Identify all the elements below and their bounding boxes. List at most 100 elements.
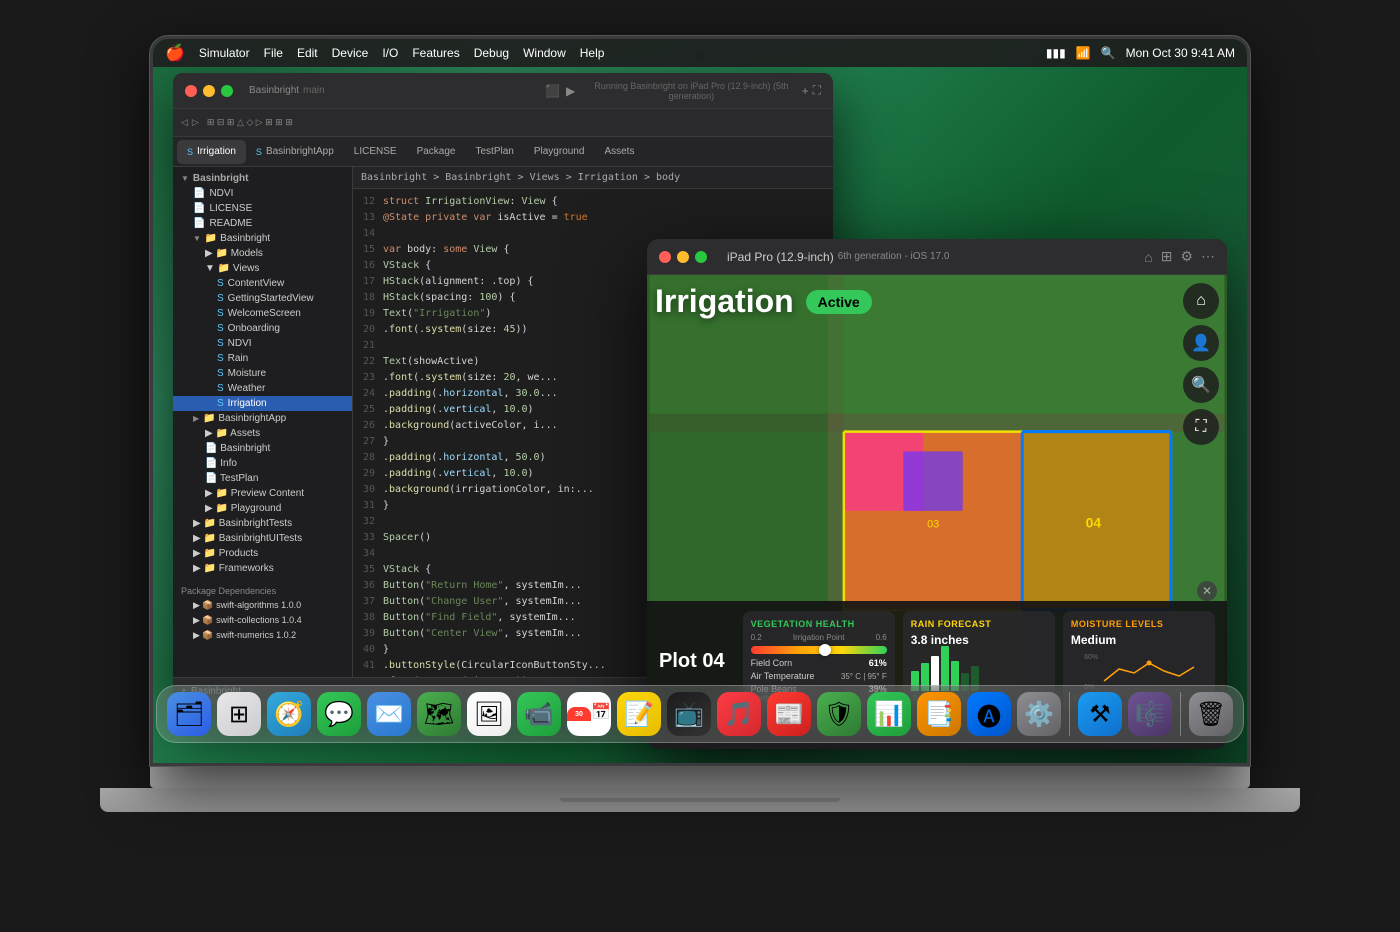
dock-icon-news[interactable]: 📰 [767,692,811,736]
search-icon[interactable]: 🔍 [1101,46,1116,60]
dock-icon-facetime[interactable]: 📹 [517,692,561,736]
fullscreen-icon[interactable]: ⛶ [813,83,821,98]
nav-basinbright-folder[interactable]: ▼📁 Basinbright [173,231,352,246]
tab-assets[interactable]: Assets [594,140,644,164]
dock-icon-notes[interactable]: 📝 [617,692,661,736]
dock-icon-vpn[interactable]: 🛡 [817,692,861,736]
dock-icon-settings[interactable]: ⚙️ [1017,692,1061,736]
menu-window[interactable]: Window [523,46,566,60]
ipad-more-icon[interactable]: ⋯ [1201,248,1215,265]
minimize-button[interactable] [203,85,215,97]
nav-gettingstartedview[interactable]: S GettingStartedView [173,291,352,306]
dock-icon-appstore[interactable]: 🅐 [967,692,1011,736]
tab-irrigation[interactable]: S Irrigation [177,140,246,164]
ipad-maximize-button[interactable] [695,251,707,263]
nav-basinbrightuitests[interactable]: ▶ 📁 BasinbrightUITests [173,531,352,546]
nav-contentview[interactable]: S ContentView [173,276,352,291]
nav-back[interactable]: ◁ [181,117,188,128]
ipad-sim-subtitle: 6th generation - iOS 17.0 [838,251,950,262]
nav-basinbright-sub[interactable]: 📄 Basinbright [173,441,352,456]
tab-testplan[interactable]: TestPlan [465,140,523,164]
nav-ndvi-top[interactable]: 📄NDVI [173,186,352,201]
run-button-icon[interactable]: ▶ [566,84,575,98]
macbook-outer: 🍎 Simulator File Edit Device I/O Feature… [100,36,1300,896]
nav-basinbrighttests[interactable]: ▶ 📁 BasinbrightTests [173,516,352,531]
nav-products[interactable]: ▶ 📁 Products [173,546,352,561]
ipad-app-topbar: Irrigation Active [655,283,1219,320]
tab-package[interactable]: Package [407,140,466,164]
ipad-screenshot-icon[interactable]: ⊞ [1161,248,1173,265]
dock-icon-tv[interactable]: 📺 [667,692,711,736]
irrigation-title: Irrigation [655,283,794,320]
dock-icon-keynote[interactable]: 📑 [917,692,961,736]
nav-rain[interactable]: S Rain [173,351,352,366]
code-line-12: 12 struct IrrigationView: View { [353,193,833,209]
dock-icon-calendar[interactable]: 30 📅 [567,692,611,736]
svg-text:03: 03 [927,519,939,531]
nav-readme[interactable]: 📄README [173,216,352,231]
dock-icon-music[interactable]: 🎵 [717,692,761,736]
nav-testplan[interactable]: 📄 TestPlan [173,471,352,486]
ipad-settings-icon[interactable]: ⚙ [1180,248,1193,265]
dock-icon-instruments[interactable]: 🎼 [1128,692,1172,736]
nav-info[interactable]: 📄 Info [173,456,352,471]
nav-irrigation[interactable]: S Irrigation [173,396,352,411]
dock-icon-messages[interactable]: 💬 [317,692,361,736]
dock-icon-maps[interactable]: 🗺 [417,692,461,736]
menu-file[interactable]: File [264,46,283,60]
nav-weather[interactable]: S Weather [173,381,352,396]
nav-welcomescreen[interactable]: S WelcomeScreen [173,306,352,321]
nav-basinbrightapp[interactable]: ▶📁 BasinbrightApp [173,411,352,426]
menu-features[interactable]: Features [412,46,459,60]
nav-models[interactable]: ▶ 📁 Models [173,246,352,261]
dock-icon-photos[interactable]: 🖼 [467,692,511,736]
dock-icon-finder[interactable]: 🗂 [167,692,211,736]
dock-icon-trash[interactable]: 🗑 [1189,692,1233,736]
close-button[interactable] [185,85,197,97]
dock-icon-xcode[interactable]: ⚒ [1078,692,1122,736]
nav-onboarding[interactable]: S Onboarding [173,321,352,336]
menu-debug[interactable]: Debug [474,46,509,60]
nav-license[interactable]: 📄LICENSE [173,201,352,216]
search-field-btn[interactable]: 🔍 [1183,367,1219,403]
dock-icon-numbers[interactable]: 📊 [867,692,911,736]
menu-help[interactable]: Help [580,46,605,60]
package-deps-header: Package Dependencies [173,584,352,598]
ipad-minimize-button[interactable] [677,251,689,263]
dock-icon-launchpad[interactable]: ⊞ [217,692,261,736]
nav-assets[interactable]: ▶ 📁 Assets [173,426,352,441]
nav-preview-content[interactable]: ▶ 📁 Preview Content [173,486,352,501]
screen-content: 🍎 Simulator File Edit Device I/O Feature… [153,39,1247,763]
menu-device[interactable]: Device [332,46,369,60]
nav-forward[interactable]: ▷ [192,117,199,128]
ipad-home-icon[interactable]: ⌂ [1144,249,1152,265]
nav-frameworks[interactable]: ▶ 📁 Frameworks [173,561,352,576]
menu-io[interactable]: I/O [382,46,398,60]
nav-swift-numerics[interactable]: ▶ 📦 swift-numerics 1.0.2 [173,628,352,643]
center-view-btn[interactable]: ⛶ [1183,409,1219,445]
nav-swift-collections[interactable]: ▶ 📦 swift-collections 1.0.4 [173,613,352,628]
nav-playground[interactable]: ▶ 📁 Playground [173,501,352,516]
nav-swift-algorithms[interactable]: ▶ 📦 swift-algorithms 1.0.0 [173,598,352,613]
menu-simulator[interactable]: Simulator [199,46,250,60]
tab-playground[interactable]: Playground [524,140,595,164]
plus-icon[interactable]: + [802,84,809,98]
tab-basinbrightapp[interactable]: S BasinbrightApp [246,140,344,164]
home-btn[interactable]: ⌂ [1183,283,1219,319]
nav-views[interactable]: ▼ 📁 Views [173,261,352,276]
user-btn[interactable]: 👤 [1183,325,1219,361]
menu-edit[interactable]: Edit [297,46,318,60]
dock-icon-safari[interactable]: 🧭 [267,692,311,736]
maximize-button[interactable] [221,85,233,97]
ipad-close-button[interactable] [659,251,671,263]
dock-icon-mail[interactable]: ✉️ [367,692,411,736]
nav-moisture[interactable]: S Moisture [173,366,352,381]
dock-container: 🗂 ⊞ 🧭 💬 ✉️ 🗺 🖼 📹 [156,685,1244,743]
panel-close-btn[interactable]: ✕ [1197,581,1217,601]
tab-license[interactable]: LICENSE [344,140,407,164]
apple-menu[interactable]: 🍎 [165,43,185,63]
field-corn-row: Field Corn 61% [751,658,887,668]
stop-button-icon[interactable]: ⬛ [545,84,560,98]
ipad-sim-title: iPad Pro (12.9-inch) [727,250,834,264]
nav-ndvi[interactable]: S NDVI [173,336,352,351]
